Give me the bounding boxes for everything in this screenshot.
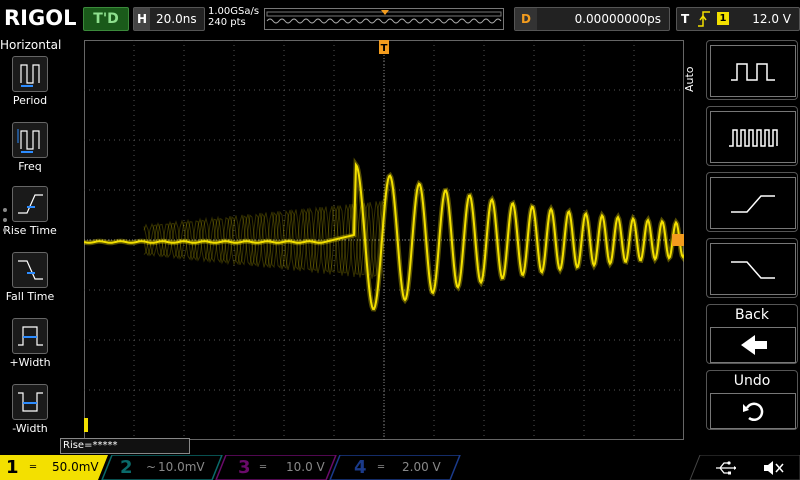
channel-2-tab[interactable]: 2 ~ 10.0mV [112,455,222,480]
channel-2-scale: 10.0mV [158,460,205,474]
delay-box[interactable]: D 0.00000000ps [514,7,670,31]
auto-options-menu: Back Undo [703,36,800,440]
falling-edge-button[interactable] [706,238,798,298]
channel-1-number: 1 [6,457,19,478]
horizontal-label: H [134,8,150,30]
waveform-trace-glow [84,157,684,312]
negative-width-icon [12,384,48,420]
channel-1-coupling: ═ [30,462,37,473]
measure-positive-width-button[interactable]: +Width [0,318,60,382]
square-wave-icon [710,45,796,97]
memory-depth: 240 pts [208,17,246,28]
timebase-value: 20.0ns [156,12,197,26]
usb-icon [716,461,736,475]
channel-4-number: 4 [354,457,367,478]
channel-2-coupling: ~ [146,460,157,474]
trigger-level: 12.0 V [752,12,791,26]
horizontal-timebase[interactable]: H 20.0ns [133,7,205,31]
period-icon [12,56,48,92]
back-arrow-icon [710,327,796,363]
channel-1-scale: 50.0mV [52,460,99,474]
sample-rate: 1.00GSa/s [208,6,260,17]
measure-rise-time-button[interactable]: Rise Time [0,186,60,250]
menu-title: Horizontal [0,38,62,52]
trigger-marker-text: T [381,43,388,54]
trigger-label: T [681,12,690,26]
rise-time-icon [12,186,48,222]
freq-icon [12,122,48,158]
memory-waveform-icon [266,10,502,24]
channel-2-number: 2 [120,457,133,478]
undo-icon [710,393,796,429]
channel-1-tab[interactable]: 1 ═ 50.0mV [0,455,108,480]
trigger-status-badge: T'D [83,7,129,31]
undo-label: Undo [733,373,771,389]
undo-button[interactable]: Undo [706,370,798,430]
back-button[interactable]: Back [706,304,798,364]
sample-info: 1.00GSa/s 240 pts [208,6,259,28]
channel-3-tab[interactable]: 3 ═ 10.0 V [226,455,336,480]
delay-value: 0.00000000ps [574,12,661,26]
memory-position-gauge [264,8,504,30]
measure-period-button[interactable]: Period [0,56,60,120]
measure-freq-label: Freq [18,160,42,173]
channel-3-coupling: ═ [260,462,267,473]
top-status-bar: RIGOL T'D H 20.0ns 1.00GSa/s 240 pts D 0… [0,0,800,36]
horizontal-measure-menu: Horizontal Period Freq Rise Time Fall Ti… [0,36,62,440]
measure-rise-time-label: Rise Time [3,224,57,237]
delay-label: D [515,8,537,30]
mute-speaker-icon[interactable] [762,459,784,477]
channel-4-coupling: ═ [378,462,385,473]
falling-edge-icon [710,243,796,295]
channel-status-bar: 1 ═ 50.0mV 2 ~ 10.0mV 3 ═ 10.0 V 4 ═ 2.0… [0,455,800,480]
channel-1-offset-marker [84,418,88,432]
waveform-display[interactable]: T [84,40,684,440]
pulse-train-button[interactable] [706,106,798,166]
measure-positive-width-label: +Width [9,356,51,369]
positive-width-icon [12,318,48,354]
menu-page-dots-icon [3,208,7,232]
measure-negative-width-label: -Width [12,422,48,435]
measure-freq-button[interactable]: Freq [0,122,60,186]
measure-fall-time-label: Fall Time [5,290,55,303]
rising-slope-icon [698,11,710,27]
back-label: Back [735,307,769,323]
brand-logo: RIGOL [4,6,77,30]
channel-3-scale: 10.0 V [286,460,325,474]
trigger-box[interactable]: T 1 12.0 V [676,7,800,31]
rise-measurement-readout: Rise=***** [60,438,190,454]
channel-4-scale: 2.00 V [402,460,441,474]
measure-fall-time-button[interactable]: Fall Time [0,252,60,316]
channel-3-number: 3 [238,457,251,478]
auto-mode-label: Auto [683,66,696,92]
fall-time-icon [12,252,48,288]
pulse-train-icon [710,111,796,163]
rising-edge-button[interactable] [706,172,798,232]
trigger-level-marker [672,234,684,246]
channel-4-tab[interactable]: 4 ═ 2.00 V [340,455,460,480]
multi-cycle-button[interactable] [706,40,798,100]
rising-edge-icon [710,177,796,229]
measure-period-label: Period [12,94,48,107]
trigger-source-badge: 1 [717,12,729,25]
measure-negative-width-button[interactable]: -Width [0,384,60,448]
